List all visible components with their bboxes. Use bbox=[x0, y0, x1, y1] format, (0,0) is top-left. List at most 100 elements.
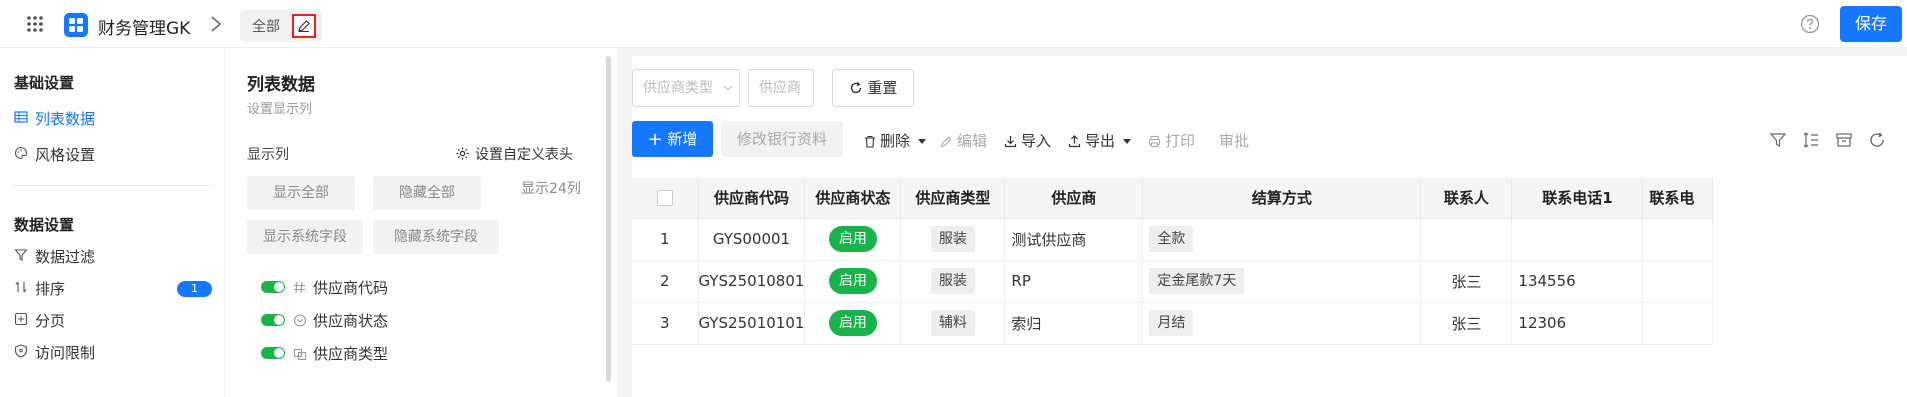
edit-label: 编辑 bbox=[957, 132, 988, 150]
app-logo bbox=[64, 13, 88, 37]
contact-cell: 张三 bbox=[1420, 260, 1513, 303]
field-visibility-toggle[interactable] bbox=[261, 347, 285, 359]
table-row[interactable]: 1 GYS00001 启用 服装 测试供应商 全款 bbox=[632, 218, 1714, 261]
show-system-fields-button[interactable]: 显示系统字段 bbox=[247, 220, 363, 254]
sidebar-divider bbox=[14, 185, 214, 186]
phone-cell: 12306 bbox=[1511, 302, 1644, 345]
print-button[interactable]: 打印 bbox=[1148, 130, 1195, 151]
status-cell: 启用 bbox=[804, 302, 902, 345]
settlement-tag: 全款 bbox=[1149, 226, 1194, 252]
phone2-cell bbox=[1642, 218, 1714, 261]
phone2-cell bbox=[1642, 302, 1714, 345]
approve-button[interactable]: 审批 bbox=[1219, 130, 1249, 151]
row-number: 2 bbox=[632, 260, 699, 303]
reset-button[interactable]: 重置 bbox=[832, 69, 914, 107]
import-button[interactable]: 导入 bbox=[1004, 130, 1051, 151]
pagination-icon bbox=[14, 312, 28, 326]
supplier-table: 供应商代码 供应商状态 供应商类型 供应商 结算方式 联系人 联系电话1 联系电… bbox=[632, 178, 1714, 345]
column-header[interactable]: 供应商状态 bbox=[804, 178, 902, 219]
row-height-icon[interactable] bbox=[1802, 131, 1820, 149]
reset-label: 重置 bbox=[867, 79, 898, 97]
download-icon bbox=[1004, 136, 1017, 148]
shield-icon bbox=[14, 344, 28, 358]
column-header[interactable]: 结算方式 bbox=[1142, 178, 1422, 219]
select-all-checkbox[interactable] bbox=[656, 190, 673, 207]
supplier-type-placeholder: 供应商类型 bbox=[643, 80, 713, 96]
table-row[interactable]: 3 GYS25010101 启用 辅料 索归 月结 张三 12306 bbox=[632, 302, 1714, 345]
delete-label: 删除 bbox=[880, 132, 911, 150]
edit-button[interactable]: 编辑 bbox=[940, 130, 987, 151]
field-visibility-toggle[interactable] bbox=[261, 281, 285, 293]
column-header[interactable]: 联系电 bbox=[1642, 178, 1714, 219]
config-panel-scrollbar[interactable] bbox=[606, 56, 611, 382]
save-button[interactable]: 保存 bbox=[1840, 6, 1902, 42]
hide-system-fields-button[interactable]: 隐藏系统字段 bbox=[373, 220, 499, 254]
column-header[interactable]: 供应商 bbox=[1004, 178, 1144, 219]
delete-button[interactable]: 删除 bbox=[864, 130, 931, 151]
field-row: 供应商状态 bbox=[261, 309, 561, 333]
archive-icon[interactable] bbox=[1835, 131, 1853, 149]
breadcrumb-view-tag[interactable]: 全部 bbox=[240, 10, 322, 42]
plus-icon: + bbox=[647, 129, 663, 150]
filter-icon[interactable] bbox=[1769, 131, 1787, 149]
add-button[interactable]: + 新增 bbox=[632, 121, 713, 157]
add-label: 新增 bbox=[667, 130, 698, 148]
field-visibility-toggle[interactable] bbox=[261, 314, 285, 326]
column-header[interactable]: 供应商类型 bbox=[900, 178, 1006, 219]
status-cell: 启用 bbox=[804, 260, 902, 303]
edit-view-button[interactable] bbox=[292, 14, 316, 38]
sort-icon bbox=[15, 281, 27, 293]
export-button[interactable]: 导出 bbox=[1068, 130, 1136, 151]
app-grid-icon[interactable] bbox=[25, 14, 45, 34]
row-number: 1 bbox=[632, 218, 699, 261]
type-tag: 辅料 bbox=[930, 310, 975, 336]
settlement-cell: 定金尾款7天 bbox=[1142, 260, 1422, 303]
table-row[interactable]: 2 GYS25010801 启用 服装 RP 定金尾款7天 张三 134556 bbox=[632, 260, 1714, 303]
column-header[interactable]: 联系人 bbox=[1420, 178, 1513, 219]
supplier-name-cell: 索归 bbox=[1004, 302, 1144, 345]
filter-icon bbox=[14, 249, 28, 261]
supplier-type-filter[interactable]: 供应商类型 bbox=[632, 69, 740, 107]
sidebar-item-pagination[interactable]: 分页 bbox=[14, 308, 214, 332]
column-header[interactable]: 联系电话1 bbox=[1511, 178, 1644, 219]
sort-count-badge: 1 bbox=[177, 281, 212, 297]
status-badge: 启用 bbox=[828, 310, 877, 336]
import-label: 导入 bbox=[1021, 132, 1052, 150]
show-all-button[interactable]: 显示全部 bbox=[247, 176, 355, 210]
refresh-icon[interactable] bbox=[1868, 131, 1886, 149]
status-badge: 启用 bbox=[828, 226, 877, 252]
settings-sidebar: 基础设置 列表数据 风格设置 数据设置 数据过滤 排序 1 分页 访问限制 bbox=[0, 48, 225, 397]
pencil-icon bbox=[940, 136, 952, 148]
top-bar: 财务管理GK 全部 保存 bbox=[0, 0, 1907, 48]
trash-icon bbox=[865, 135, 875, 148]
sidebar-section-basic: 基础设置 bbox=[14, 74, 75, 92]
help-icon[interactable] bbox=[1800, 14, 1820, 34]
edit-bank-info-button[interactable]: 修改银行资料 bbox=[721, 121, 843, 157]
supplier-filter-input[interactable]: 供应商 bbox=[748, 69, 814, 107]
settlement-tag: 定金尾款7天 bbox=[1149, 268, 1245, 294]
column-header[interactable]: 供应商代码 bbox=[698, 178, 806, 219]
supplier-name-cell: 测试供应商 bbox=[1004, 218, 1144, 261]
supplier-code-cell: GYS00001 bbox=[698, 218, 806, 261]
status-badge: 启用 bbox=[828, 268, 877, 294]
settlement-cell: 月结 bbox=[1142, 302, 1422, 345]
sidebar-item-sort[interactable]: 排序 1 bbox=[14, 276, 214, 300]
type-cell: 服装 bbox=[900, 260, 1006, 303]
panel-title: 列表数据 bbox=[247, 75, 315, 95]
type-tag: 服装 bbox=[930, 226, 975, 252]
dropdown-circle-icon bbox=[293, 314, 307, 327]
sidebar-item-data-filter[interactable]: 数据过滤 bbox=[14, 244, 214, 268]
field-label: 供应商状态 bbox=[313, 312, 389, 330]
hide-all-button[interactable]: 隐藏全部 bbox=[373, 176, 481, 210]
sidebar-item-list-data[interactable]: 列表数据 bbox=[14, 106, 214, 130]
field-row: 供应商代码 bbox=[261, 276, 561, 300]
caret-down-icon bbox=[1122, 139, 1131, 144]
sidebar-item-style[interactable]: 风格设置 bbox=[14, 142, 214, 166]
app-logo-icon bbox=[69, 18, 83, 32]
field-label: 供应商类型 bbox=[313, 345, 389, 363]
sidebar-item-access-limit[interactable]: 访问限制 bbox=[14, 340, 214, 364]
contact-cell bbox=[1420, 218, 1513, 261]
list-preview-panel: 供应商类型 供应商 重置 + 新增 修改银行资料 删除 编辑 导入 导出 打印 … bbox=[632, 56, 1907, 397]
app-name[interactable]: 财务管理GK bbox=[98, 14, 190, 39]
custom-header-button[interactable]: 设置自定义表头 bbox=[455, 144, 573, 164]
